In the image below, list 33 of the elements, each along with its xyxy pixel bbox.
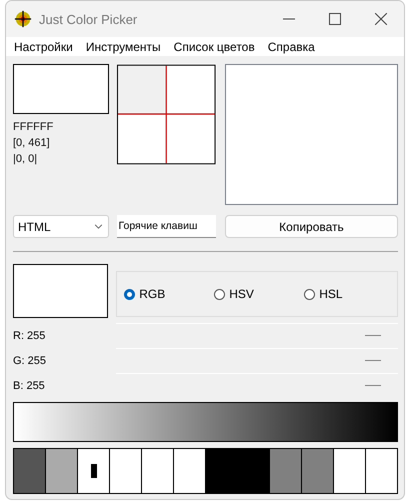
palette-swatch[interactable] [46,449,78,493]
palette-swatch[interactable] [142,449,174,493]
palette-swatch[interactable] [78,449,110,493]
mode-radio[interactable]: HSL [304,287,394,301]
palette-swatch[interactable] [334,449,366,493]
hex-value: FFFFFF [13,120,54,135]
window-title: Just Color Picker [39,12,138,26]
app-logo-icon [14,10,32,28]
palette-swatch[interactable] [302,449,334,493]
gradient-bar[interactable] [13,402,398,442]
palette-swatch[interactable] [174,449,206,493]
maximize-icon[interactable] [329,13,341,25]
palette-swatch[interactable] [14,449,46,493]
chevron-down-icon [94,224,103,229]
mode-radio[interactable]: RGB [124,287,214,301]
close-icon[interactable] [375,13,387,25]
menu-item[interactable]: Инструменты [86,40,161,54]
copy-button[interactable]: Копировать [224,215,398,238]
menu-item[interactable]: Список цветов [174,40,255,54]
offset-value: |0, 0| [13,152,38,167]
channel-value: R: 255 [13,330,46,342]
mode-radio[interactable]: HSV [214,287,304,301]
hotkeys-field[interactable]: Горячие клавиш [116,215,216,238]
cursor-position: [0, 461] [13,136,51,151]
palette-swatch[interactable] [366,449,398,493]
palette-swatch[interactable] [206,449,270,493]
channel-value: B: 255 [13,380,46,392]
palette-swatch[interactable] [270,449,302,493]
palette-swatch[interactable] [110,449,142,493]
menu-item[interactable]: Справка [268,40,315,54]
channel-value: G: 255 [13,354,48,366]
menu-item[interactable]: Настройки [14,40,73,54]
format-dropdown[interactable]: HTML [13,215,109,238]
